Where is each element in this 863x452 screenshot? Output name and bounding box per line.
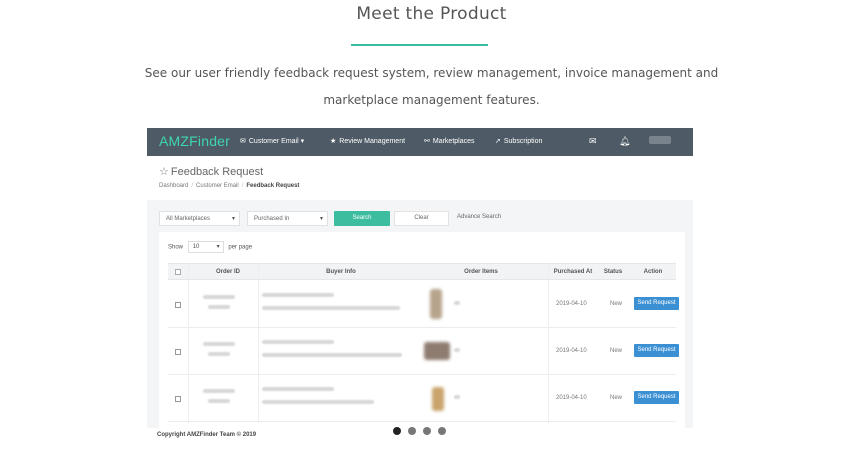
carousel-dot-2[interactable] <box>408 427 416 435</box>
search-button[interactable]: Search <box>334 211 390 226</box>
product-thumbnail <box>424 342 450 360</box>
page-title: ☆ Feedback Request <box>159 166 264 178</box>
caret-down-icon: ▾ <box>216 244 220 250</box>
buyer-name-redacted <box>262 293 334 297</box>
section-description: See our user friendly feedback request s… <box>144 66 719 107</box>
buyer-name-redacted <box>262 387 334 391</box>
buyer-name-redacted <box>262 340 334 344</box>
caret-down-icon: ▾ <box>231 216 235 222</box>
advance-search-link[interactable]: Advance Search <box>457 214 501 220</box>
breadcrumb: Dashboard / Customer Email / Feedback Reques… <box>159 183 300 189</box>
page-size-control: Show 10 ▾ per page <box>168 241 252 253</box>
nav-subscription[interactable]: ➚ Subscription <box>495 137 542 145</box>
send-request-button[interactable]: Send Request <box>634 391 679 404</box>
buyer-email-redacted <box>262 353 402 357</box>
nav-marketplaces[interactable]: ⚯ Marketplaces <box>424 137 475 145</box>
breadcrumb-feedback-request: Feedback Request <box>246 183 300 189</box>
marketplace-select[interactable]: All Marketplaces ▾ <box>159 211 240 226</box>
table-row: 2019-04-10 New Send Request <box>168 375 679 422</box>
product-thumbnail <box>430 289 442 319</box>
row-checkbox[interactable] <box>175 349 181 355</box>
order-id-redacted <box>203 295 235 299</box>
col-order-items: Order Items <box>464 269 498 275</box>
col-order-id: Order ID <box>215 269 240 275</box>
purchased-at: 2019-04-10 <box>556 301 587 307</box>
row-checkbox[interactable] <box>175 396 181 402</box>
carousel-dot-1[interactable] <box>393 427 401 435</box>
order-id-redacted <box>208 352 230 356</box>
mail-icon[interactable]: ✉ <box>589 136 597 147</box>
carousel-dot-4[interactable] <box>438 427 446 435</box>
order-id-redacted <box>208 399 230 403</box>
status-text: New <box>610 395 623 401</box>
item-qty-redacted <box>454 301 460 305</box>
col-buyer-info: Buyer Info <box>326 269 356 275</box>
orders-panel: Show 10 ▾ per page Order ID Buyer Info Or… <box>159 232 685 428</box>
status-text: New <box>610 301 623 307</box>
envelope-icon: ✉ <box>240 138 246 145</box>
status-text: New <box>610 348 623 354</box>
app-navbar: AMZFinder ✉ Customer Email ▾ ★ Review Mana… <box>147 128 693 156</box>
clear-button[interactable]: Clear <box>394 211 449 226</box>
order-id-redacted <box>208 305 230 309</box>
user-menu[interactable] <box>649 136 671 144</box>
row-checkbox[interactable] <box>175 302 181 308</box>
breadcrumb-dashboard[interactable]: Dashboard <box>159 183 188 189</box>
col-status: Status <box>603 269 623 275</box>
purchased-in-select[interactable]: Purchased In ▾ <box>247 211 328 226</box>
star-icon: ★ <box>330 138 337 145</box>
product-thumbnail <box>432 387 444 411</box>
select-all-checkbox[interactable] <box>175 269 181 275</box>
nav-review-management[interactable]: ★ Review Management <box>330 137 405 145</box>
section-title: Meet the Product <box>356 4 507 24</box>
send-request-button[interactable]: Send Request <box>634 344 679 357</box>
product-section: Meet the Product See our user friendly f… <box>0 0 863 452</box>
purchased-at: 2019-04-10 <box>556 348 587 354</box>
nav-customer-email[interactable]: ✉ Customer Email ▾ <box>240 137 304 145</box>
star-outline-icon: ☆ <box>159 166 169 178</box>
purchased-at: 2019-04-10 <box>556 395 587 401</box>
item-qty-redacted <box>454 395 460 399</box>
breadcrumb-customer-email[interactable]: Customer Email <box>196 183 239 189</box>
app-footer-copyright: Copyright AMZFinder Team © 2019 <box>157 432 257 438</box>
column-divider <box>548 263 549 423</box>
buyer-email-redacted <box>262 400 374 404</box>
table-header: Order ID Buyer Info Order Items Purchase… <box>168 263 676 280</box>
buyer-email-redacted <box>262 306 400 310</box>
sitemap-icon: ⚯ <box>424 138 430 145</box>
title-underline <box>351 44 488 46</box>
page-size-select[interactable]: 10 ▾ <box>187 241 224 253</box>
rocket-icon: ➚ <box>495 138 501 145</box>
col-action: Action <box>643 269 663 275</box>
bell-icon[interactable]: 🔔︎ <box>619 136 630 147</box>
table-row: 2019-04-10 New Send Request <box>168 328 679 375</box>
send-request-button[interactable]: Send Request <box>634 297 679 310</box>
table-row: 2019-04-10 New Send Request <box>168 281 679 328</box>
caret-down-icon: ▾ <box>319 216 323 222</box>
item-qty-redacted <box>454 348 460 352</box>
col-purchased-at: Purchased At <box>553 269 593 275</box>
column-divider <box>188 263 189 423</box>
carousel-dot-3[interactable] <box>423 427 431 435</box>
column-divider <box>258 263 259 423</box>
order-id-redacted <box>203 342 235 346</box>
page-header: ☆ Feedback Request Dashboard / Customer Ema… <box>147 156 693 200</box>
brand-logo[interactable]: AMZFinder <box>159 133 230 149</box>
product-screenshot: AMZFinder ✉ Customer Email ▾ ★ Review Mana… <box>147 128 693 428</box>
order-id-redacted <box>203 389 235 393</box>
